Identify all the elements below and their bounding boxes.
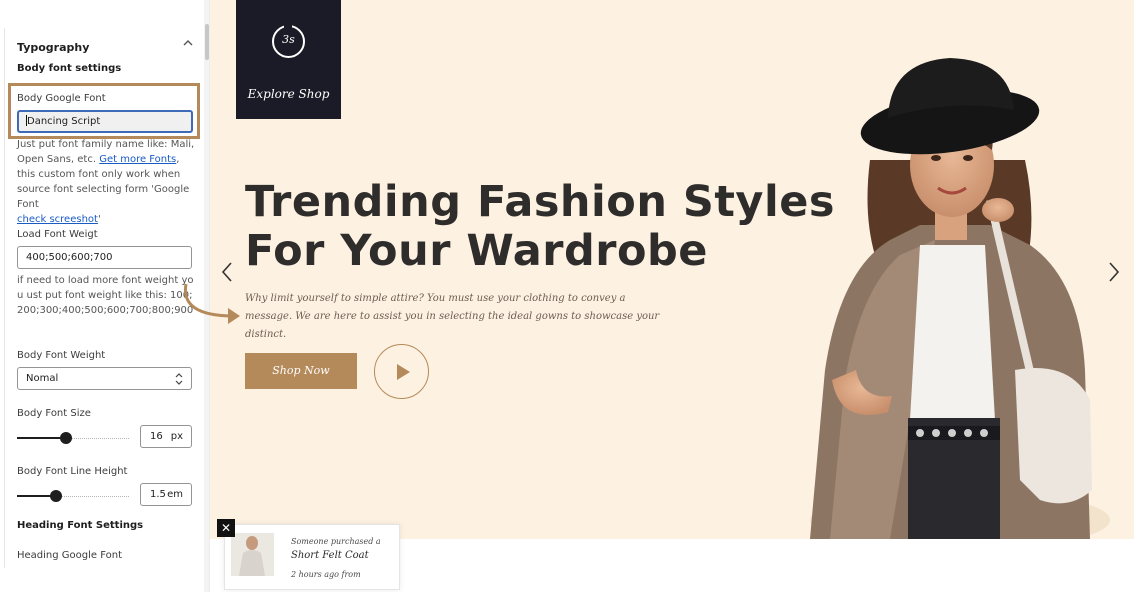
line-height-unit: em: [167, 489, 183, 500]
body-line-height-label: Body Font Line Height: [17, 466, 128, 477]
hero-description: Why limit yourself to simple attire? You…: [245, 293, 660, 340]
shop-now-button[interactable]: Shop Now: [245, 353, 357, 389]
product-thumbnail: [231, 533, 274, 576]
logo-mark: 3s: [282, 33, 295, 46]
notification-time: 2 hours ago from: [291, 570, 361, 579]
google-font-help: Just put font family name like: Mali, Op…: [17, 137, 197, 227]
body-settings-title: Body font settings: [17, 63, 122, 74]
body-font-size-input[interactable]: 16 px: [140, 425, 192, 448]
logo-text: Explore Shop: [247, 87, 330, 101]
body-font-size-slider[interactable]: [17, 432, 129, 444]
body-font-weight-value: Nomal: [26, 373, 59, 384]
body-google-font-label: Body Google Font: [17, 93, 106, 104]
font-size-value: 16: [150, 431, 163, 442]
updown-icon: [175, 373, 183, 385]
site-logo[interactable]: 3s Explore Shop: [236, 0, 341, 119]
logo-ring-gap: [284, 22, 292, 28]
notification-product[interactable]: Short Felt Coat: [291, 550, 369, 561]
body-font-size-label: Body Font Size: [17, 408, 91, 419]
load-font-weight-label: Load Font Weigt: [17, 229, 98, 240]
headline-line-1: Trending Fashion Styles: [245, 177, 835, 227]
play-icon: [397, 364, 410, 380]
section-title: Typography: [17, 41, 90, 54]
body-font-weight-label: Body Font Weight: [17, 350, 106, 361]
chevron-up-icon[interactable]: [183, 39, 193, 47]
help-text-end: ': [97, 214, 101, 225]
product-thumbnail-image: [231, 533, 274, 576]
slider-handle[interactable]: [50, 490, 62, 502]
line-height-value: 1.5: [150, 489, 166, 500]
typography-section-header[interactable]: Typography: [17, 36, 195, 54]
slider-fill: [17, 437, 66, 439]
headline-line-2: For Your Wardrobe: [245, 226, 708, 276]
body-google-font-input[interactable]: Dancing Script: [17, 110, 193, 133]
hero-banner: 3s Explore Shop Trending Fashion Styles …: [210, 0, 1134, 539]
heading-settings-title: Heading Font Settings: [17, 520, 144, 531]
model-image: [810, 58, 1110, 539]
curved-arrow-icon: [183, 283, 240, 324]
slider-handle[interactable]: [60, 432, 72, 444]
sidebar-divider: [4, 28, 5, 568]
play-video-button[interactable]: [374, 344, 429, 399]
hero-headline: Trending Fashion Styles For Your Wardrob…: [245, 178, 835, 276]
sidebar-scroll-thumb[interactable]: [205, 24, 209, 60]
font-size-unit: px: [170, 431, 183, 442]
body-google-font-value: Dancing Script: [27, 116, 101, 127]
font-weight-help: if need to load more font weight you ust…: [17, 275, 194, 316]
body-font-weight-select[interactable]: Nomal: [17, 367, 192, 390]
purchase-notification[interactable]: Someone purchased a Short Felt Coat 2 ho…: [224, 524, 400, 590]
close-icon[interactable]: ✕: [217, 519, 235, 537]
heading-google-font-label: Heading Google Font: [17, 550, 123, 561]
load-font-weight-input[interactable]: 400;500;600;700: [17, 246, 192, 269]
body-line-height-slider[interactable]: [17, 490, 129, 502]
check-screenshot-link[interactable]: check screeshot: [17, 214, 98, 225]
screen: Typography Body font settings Body Googl…: [0, 0, 1134, 592]
notification-line-1: Someone purchased a: [291, 537, 381, 546]
body-line-height-input[interactable]: 1.5 em: [140, 483, 192, 506]
get-more-fonts-link[interactable]: Get more Fonts: [99, 154, 176, 165]
